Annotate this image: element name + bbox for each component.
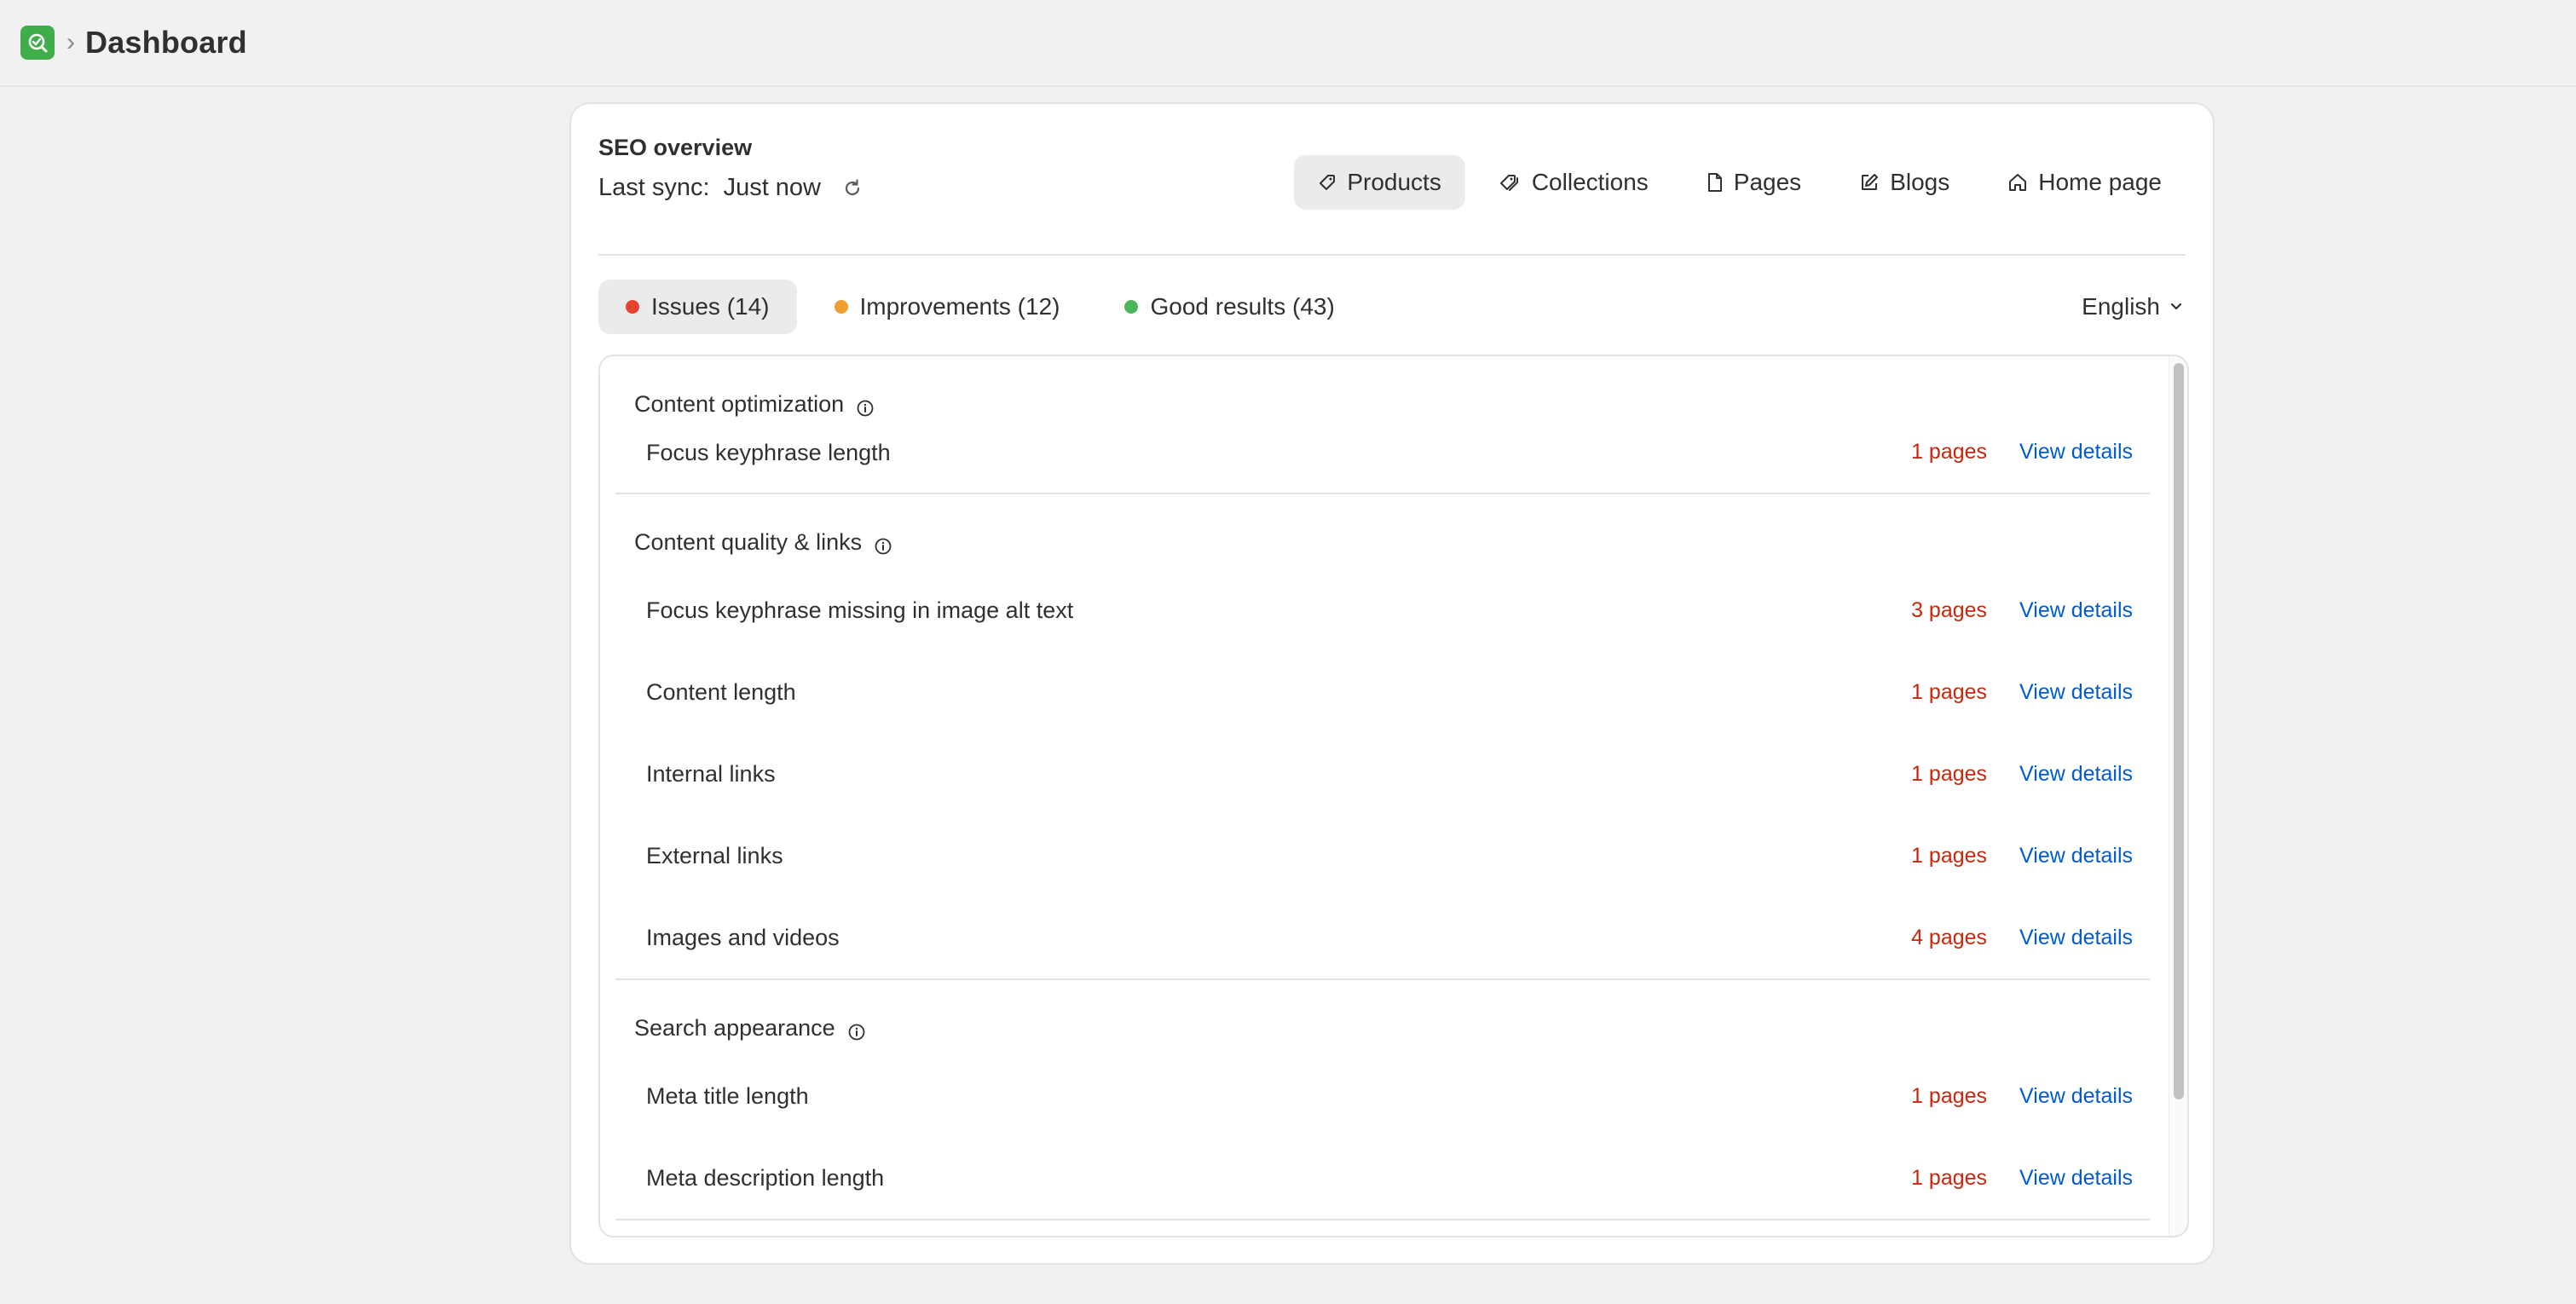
tab-improvements[interactable]: Improvements (12): [807, 280, 1088, 334]
list-item: Internal links 1 pages View details: [600, 733, 2165, 815]
info-icon[interactable]: [874, 537, 892, 556]
page-icon: [1707, 173, 1722, 192]
view-details-link[interactable]: View details: [2019, 440, 2133, 464]
issues-list: Content optimization Focus keyphrase len…: [600, 356, 2165, 1220]
improvements-dot-icon: [834, 300, 848, 314]
language-select[interactable]: English: [2082, 293, 2184, 320]
section-title: Search appearance: [634, 1015, 835, 1041]
item-pages-count: 1 pages: [1911, 843, 1988, 868]
list-item: Meta title length 1 pages View details: [600, 1055, 2165, 1137]
item-label: Images and videos: [646, 924, 840, 950]
item-pages-count: 3 pages: [1911, 597, 1988, 622]
seo-overview-title: SEO overview: [598, 135, 753, 160]
info-icon[interactable]: [847, 1023, 866, 1041]
home-icon: [2009, 174, 2027, 191]
item-pages-count: 1 pages: [1911, 440, 1988, 464]
list-item: Meta description length 1 pages View det…: [600, 1137, 2165, 1219]
item-label: External links: [646, 842, 783, 868]
view-details-link[interactable]: View details: [2019, 1166, 2133, 1191]
item-label: Internal links: [646, 760, 776, 787]
list-item: Images and videos 4 pages View details: [600, 897, 2165, 978]
content-type-tabs: Products Collections Pages Blogs Home pa…: [1294, 155, 2186, 210]
item-pages-count: 1 pages: [1911, 1083, 1988, 1108]
top-bar: › Dashboard: [0, 0, 2576, 87]
result-filter-tabs: Issues (14) Improvements (12) Good resul…: [598, 280, 1362, 334]
item-label: Meta description length: [646, 1164, 885, 1191]
tag-icon: [1320, 175, 1336, 190]
tab-label: Home page: [2038, 169, 2162, 195]
view-details-link[interactable]: View details: [2019, 844, 2133, 868]
tab-label: Products: [1347, 169, 1441, 195]
list-item: Focus keyphrase length 1 pages View deta…: [600, 431, 2165, 493]
issues-dot-icon: [626, 300, 639, 314]
section-title: Content optimization: [634, 391, 845, 417]
tab-products[interactable]: Products: [1294, 155, 1465, 210]
refresh-icon[interactable]: [841, 177, 863, 199]
view-details-link[interactable]: View details: [2019, 1084, 2133, 1109]
item-label: Focus keyphrase missing in image alt tex…: [646, 597, 1074, 623]
app-logo-icon[interactable]: [20, 26, 55, 60]
seo-overview-card: SEO overview Last sync: Just now Product…: [569, 102, 2215, 1265]
tab-label: Collections: [1531, 169, 1649, 195]
page-title: Dashboard: [85, 25, 247, 60]
view-details-link[interactable]: View details: [2019, 680, 2133, 705]
item-label: Content length: [646, 678, 796, 705]
tab-blogs[interactable]: Blogs: [1835, 155, 1973, 210]
tab-pages[interactable]: Pages: [1683, 155, 1825, 210]
tab-label: Improvements (12): [859, 293, 1060, 320]
tab-good-results[interactable]: Good results (43): [1097, 280, 1361, 334]
language-value: English: [2082, 293, 2160, 320]
section-title: Content quality & links: [634, 529, 863, 555]
section-header: Content quality & links: [600, 494, 2165, 569]
scrollbar-thumb[interactable]: [2174, 363, 2184, 1099]
chevron-down-icon: [2170, 303, 2182, 310]
view-details-link[interactable]: View details: [2019, 926, 2133, 950]
tab-collections[interactable]: Collections: [1476, 155, 1672, 210]
list-item: External links 1 pages View details: [600, 815, 2165, 897]
list-item: Content length 1 pages View details: [600, 651, 2165, 733]
tags-icon: [1499, 175, 1518, 191]
issues-list-panel[interactable]: Content optimization Focus keyphrase len…: [598, 355, 2189, 1238]
view-details-link[interactable]: View details: [2019, 598, 2133, 623]
sync-status: Last sync: Just now: [598, 174, 863, 202]
sync-value: Just now: [723, 174, 822, 201]
good-results-dot-icon: [1124, 300, 1139, 314]
section-header: Search appearance: [600, 980, 2165, 1055]
tab-label: Issues (14): [651, 293, 770, 320]
item-pages-count: 1 pages: [1911, 679, 1988, 704]
tab-label: Blogs: [1890, 169, 1950, 195]
item-pages-count: 1 pages: [1911, 761, 1988, 786]
divider: [598, 254, 2186, 256]
scrollbar[interactable]: [2169, 356, 2187, 1236]
item-label: Focus keyphrase length: [646, 440, 891, 465]
list-item: Focus keyphrase missing in image alt tex…: [600, 569, 2165, 651]
tab-issues[interactable]: Issues (14): [598, 280, 797, 334]
breadcrumb-separator: ›: [66, 28, 75, 56]
item-pages-count: 4 pages: [1911, 925, 1988, 949]
edit-icon: [1862, 174, 1879, 190]
info-icon[interactable]: [856, 399, 875, 418]
item-pages-count: 1 pages: [1911, 1165, 1988, 1190]
view-details-link[interactable]: View details: [2019, 762, 2133, 787]
tab-label: Good results (43): [1150, 293, 1335, 320]
divider: [615, 1219, 2150, 1220]
tab-home-page[interactable]: Home page: [1984, 155, 2186, 210]
item-label: Meta title length: [646, 1082, 809, 1109]
sync-label: Last sync:: [598, 174, 710, 201]
section-header: Content optimization: [600, 356, 2165, 431]
tab-label: Pages: [1733, 169, 1802, 195]
